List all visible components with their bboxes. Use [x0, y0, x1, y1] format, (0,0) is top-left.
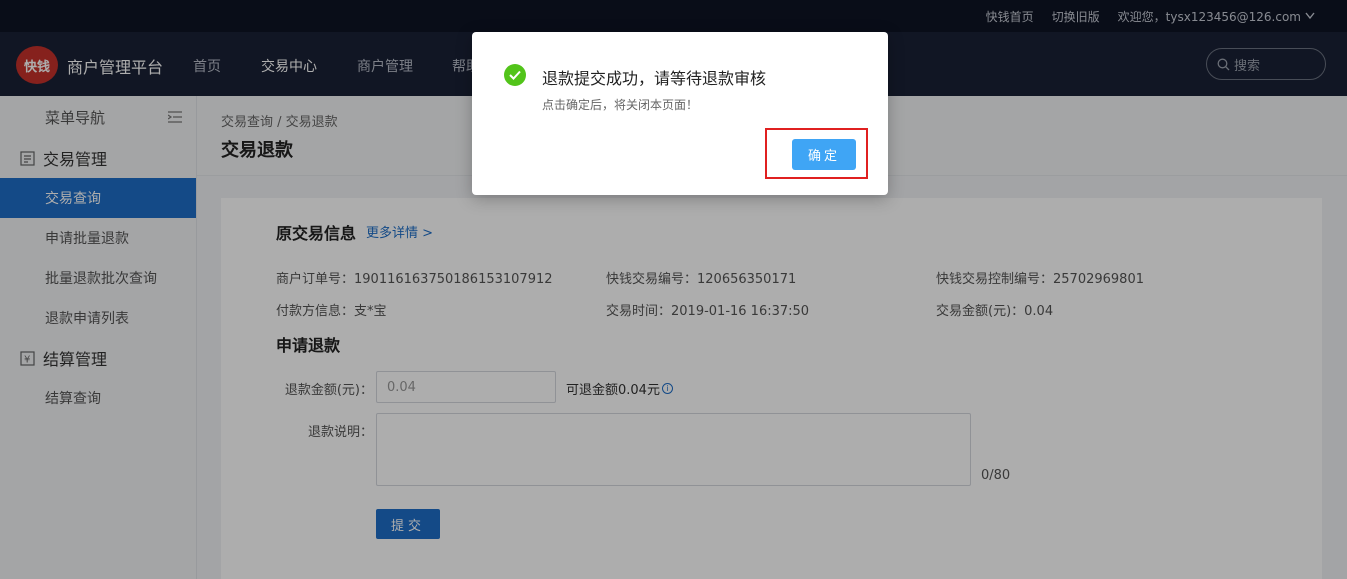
success-dialog: 退款提交成功，请等待退款审核 点击确定后，将关闭本页面！ 确定 — [472, 32, 888, 195]
dialog-subtitle: 点击确定后，将关闭本页面！ — [542, 98, 699, 112]
check-circle-icon — [504, 64, 526, 86]
confirm-button[interactable]: 确定 — [792, 139, 856, 170]
dialog-title: 退款提交成功，请等待退款审核 — [542, 69, 767, 88]
